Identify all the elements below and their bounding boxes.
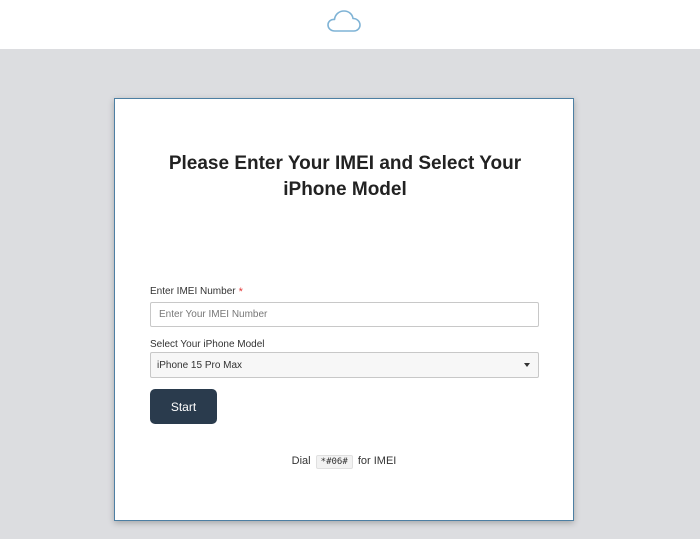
model-label: Select Your iPhone Model	[150, 339, 265, 350]
imei-label: Enter IMEI Number *	[150, 286, 243, 298]
selected-model: iPhone 15 Pro Max	[157, 359, 243, 371]
hint-suffix: for IMEI	[357, 455, 397, 467]
imei-hint: Dial *#06# for IMEI	[115, 455, 573, 469]
start-button[interactable]: Start	[150, 389, 217, 424]
hint-code: *#06#	[315, 455, 353, 469]
caret-down-icon	[524, 363, 530, 367]
top-bar	[0, 0, 700, 49]
imei-form-card: Please Enter Your IMEI and Select Your i…	[114, 98, 574, 521]
iphone-model-select[interactable]: iPhone 15 Pro Max	[150, 352, 539, 378]
cloud-icon	[327, 10, 361, 32]
page-title: Please Enter Your IMEI and Select Your i…	[168, 153, 522, 200]
hint-prefix: Dial	[291, 455, 311, 467]
imei-label-text: Enter IMEI Number	[150, 286, 236, 297]
required-marker: *	[238, 286, 243, 298]
imei-input[interactable]	[150, 302, 539, 327]
